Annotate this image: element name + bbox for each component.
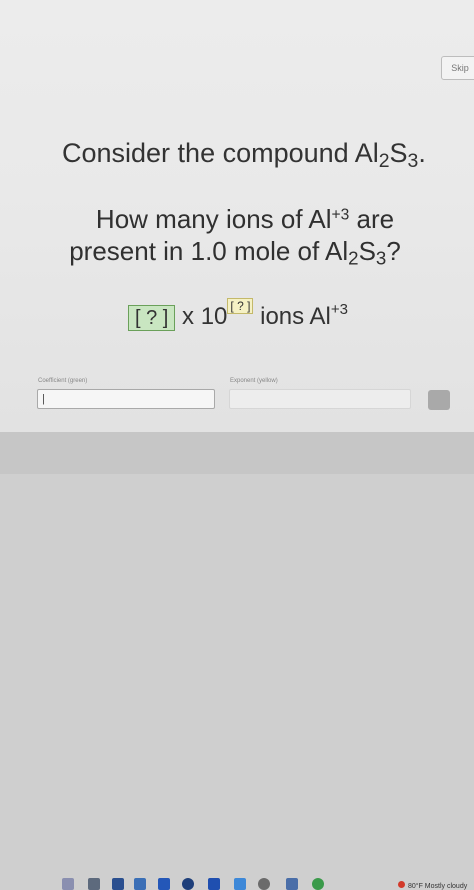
settings-icon[interactable] <box>234 878 246 890</box>
app2-icon[interactable] <box>286 878 298 890</box>
exponent-label: Exponent (yellow) <box>230 378 278 384</box>
question-line-1: How many ions of Al+3 are <box>8 204 474 235</box>
exponent-box[interactable]: [ ? ] <box>227 298 254 314</box>
taskbar: 80°F Mostly cloudy <box>0 432 474 890</box>
calculator-icon[interactable] <box>112 878 124 890</box>
chrome-icon[interactable] <box>312 878 324 890</box>
app-screen: Skip Consider the compound Al2S3. How ma… <box>0 0 474 432</box>
ions-text: ions Al <box>253 303 331 330</box>
skip-button[interactable]: Skip <box>441 56 474 80</box>
teams-icon[interactable] <box>62 878 74 890</box>
question-line-2: present in 1.0 mole of Al2S3? <box>0 236 472 270</box>
coefficient-label: Coefficient (green) <box>38 378 88 384</box>
ion-charge: +3 <box>330 301 348 318</box>
compound-statement: Consider the compound Al2S3. <box>62 138 426 173</box>
exponent-placeholder: ? <box>237 299 244 313</box>
answer-expression: [ ? ] x 10[ ? ] ions Al+3 <box>128 298 348 331</box>
statement-prefix: Consider the compound Al <box>62 138 379 168</box>
gear-icon[interactable] <box>258 878 270 890</box>
word-icon[interactable] <box>208 878 220 890</box>
question-text-c: present in 1.0 mole of Al <box>69 236 349 266</box>
subscript-3b: 3 <box>375 247 387 269</box>
question-mark: ? <box>386 236 401 266</box>
coefficient-input[interactable]: | <box>37 389 215 409</box>
question-s: S <box>358 236 376 266</box>
coefficient-placeholder: ? <box>146 306 158 329</box>
statement-period: . <box>418 138 426 168</box>
question-text-b: are <box>349 204 395 234</box>
media-icon[interactable] <box>158 878 170 890</box>
photos-icon[interactable] <box>182 878 194 890</box>
weather-pin-icon <box>398 881 405 888</box>
coefficient-box[interactable]: [ ? ] <box>128 304 176 331</box>
question-text-a: How many ions of Al <box>95 204 332 234</box>
app-icon[interactable] <box>88 878 100 890</box>
submit-button[interactable] <box>428 390 450 410</box>
weather-status[interactable]: 80°F Mostly cloudy <box>408 883 467 890</box>
statement-s: S <box>389 138 408 168</box>
exponent-input[interactable] <box>229 389 411 409</box>
charge-text: +3 <box>331 206 350 224</box>
subscript-2: 2 <box>378 149 390 172</box>
subscript-2b: 2 <box>348 247 359 269</box>
mail-icon[interactable] <box>134 878 146 890</box>
subscript-3: 3 <box>407 149 419 172</box>
times-ten-text: x 10 <box>175 303 228 330</box>
